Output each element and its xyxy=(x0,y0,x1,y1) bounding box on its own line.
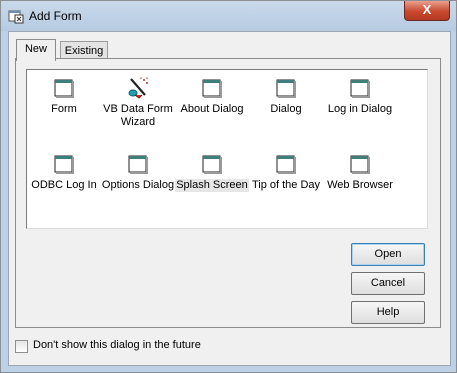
list-item-splash-screen[interactable]: Splash Screen xyxy=(175,152,249,192)
form-icon xyxy=(276,155,296,174)
item-label: Splash Screen xyxy=(175,179,249,192)
tab-existing-label: Existing xyxy=(64,45,104,57)
list-item-about-dialog[interactable]: About Dialog xyxy=(175,76,249,116)
form-icon xyxy=(54,79,74,98)
dont-show-again-checkbox[interactable] xyxy=(15,340,28,353)
form-icon xyxy=(202,79,222,98)
item-label: VB Data Form Wizard xyxy=(103,103,173,128)
wizard-wand-icon xyxy=(128,77,148,99)
cancel-button[interactable]: Cancel xyxy=(351,272,425,295)
close-button[interactable]: X xyxy=(404,1,450,21)
close-icon: X xyxy=(422,2,432,17)
window-title: Add Form xyxy=(29,9,82,23)
dont-show-again-label[interactable]: Don't show this dialog in the future xyxy=(33,339,201,351)
form-icon xyxy=(202,155,222,174)
list-item-odbc-log-in[interactable]: ODBC Log In xyxy=(27,152,101,192)
item-label: Log in Dialog xyxy=(327,103,393,115)
tab-new[interactable]: New xyxy=(16,39,56,61)
list-item-dialog[interactable]: Dialog xyxy=(249,76,323,116)
form-icon xyxy=(54,155,74,174)
list-item-vb-data-form-wizard[interactable]: VB Data Form Wizard xyxy=(101,76,175,129)
tab-panel-new: Form VB Data Form Wizard About Dialog Di… xyxy=(15,58,441,328)
form-icon xyxy=(350,79,370,98)
list-item-log-in-dialog[interactable]: Log in Dialog xyxy=(323,76,397,116)
help-button[interactable]: Help xyxy=(351,301,425,324)
form-template-list[interactable]: Form VB Data Form Wizard About Dialog Di… xyxy=(26,69,428,229)
item-label: Form xyxy=(51,103,77,115)
form-icon xyxy=(128,155,148,174)
item-label: Dialog xyxy=(270,103,302,115)
item-label: Options Dialog xyxy=(101,179,175,191)
add-form-app-icon xyxy=(8,10,24,24)
item-label: Web Browser xyxy=(327,179,393,191)
form-icon xyxy=(276,79,296,98)
item-label: About Dialog xyxy=(180,103,244,115)
list-item-form[interactable]: Form xyxy=(27,76,101,116)
tab-new-label: New xyxy=(24,43,47,55)
add-form-dialog: Add Form X New Existing Form VB Data For… xyxy=(0,0,457,373)
form-icon xyxy=(350,155,370,174)
dialog-body: New Existing Form VB Data Form Wizard Ab… xyxy=(8,31,451,366)
title-bar[interactable]: Add Form X xyxy=(1,1,456,31)
list-item-options-dialog[interactable]: Options Dialog xyxy=(101,152,175,192)
item-label: Tip of the Day xyxy=(251,179,321,191)
open-button[interactable]: Open xyxy=(351,243,425,266)
list-item-tip-of-the-day[interactable]: Tip of the Day xyxy=(249,152,323,192)
list-item-web-browser[interactable]: Web Browser xyxy=(323,152,397,192)
item-label: ODBC Log In xyxy=(31,179,97,191)
